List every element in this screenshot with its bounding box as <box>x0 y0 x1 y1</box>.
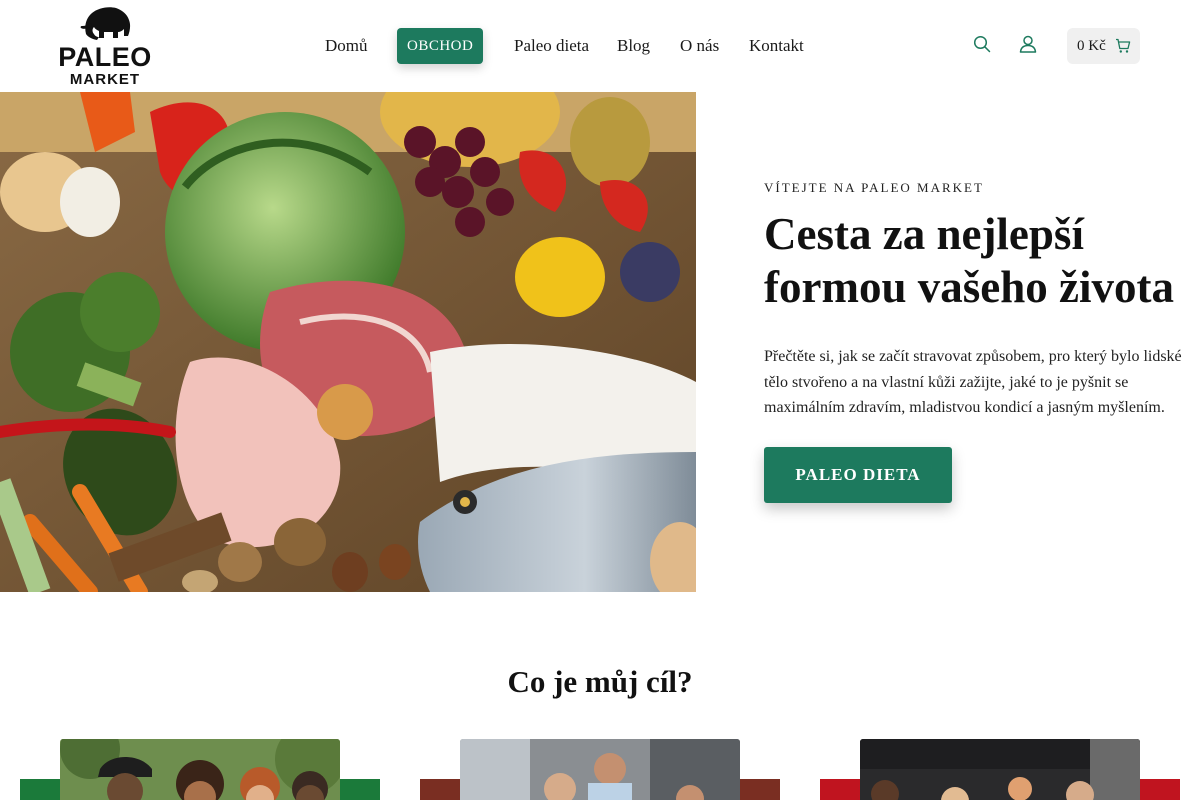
goal-card-1-image[interactable] <box>60 739 340 800</box>
goal-card-2-image[interactable] <box>460 739 740 800</box>
hero-description: Přečtěte si, jak se začít stravovat způs… <box>764 348 1182 416</box>
nav-item-contact[interactable]: Kontakt <box>749 28 804 64</box>
site-header: PALEO MARKET Domů OBCHOD Paleo dieta Blo… <box>0 0 1200 92</box>
mammoth-icon <box>80 7 131 40</box>
cart-button[interactable]: 0 Kč <box>1067 28 1140 64</box>
goal-card-3-image[interactable] <box>860 739 1140 800</box>
cart-icon <box>1115 38 1130 53</box>
paleo-diet-cta-button[interactable]: PALEO DIETA <box>764 447 952 503</box>
goals-section-title: Co je můj cíl? <box>507 664 693 699</box>
hero-eyebrow: VÍTEJTE NA PALEO MARKET <box>764 180 984 195</box>
nav-item-paleo-diet[interactable]: Paleo dieta <box>514 28 589 64</box>
search-icon[interactable] <box>972 34 992 54</box>
hero-title: Cesta za nejlepší formou vašeho života <box>764 209 1174 312</box>
nav-item-home[interactable]: Domů <box>325 28 368 64</box>
nav-item-shop[interactable]: OBCHOD <box>397 28 484 64</box>
cart-total: 0 Kč <box>1077 37 1106 54</box>
paleo-market-logo[interactable]: PALEO MARKET <box>58 4 152 88</box>
logo-wordmark-market: MARKET <box>69 71 141 88</box>
user-icon[interactable] <box>1018 34 1038 54</box>
logo-wordmark-paleo: PALEO <box>58 42 152 72</box>
hero-image-paleo-food <box>0 92 696 592</box>
nav-item-blog[interactable]: Blog <box>617 28 650 64</box>
nav-item-about[interactable]: O nás <box>680 28 719 64</box>
hero-content: VÍTEJTE NA PALEO MARKET Cesta za nejlepš… <box>764 180 1184 421</box>
